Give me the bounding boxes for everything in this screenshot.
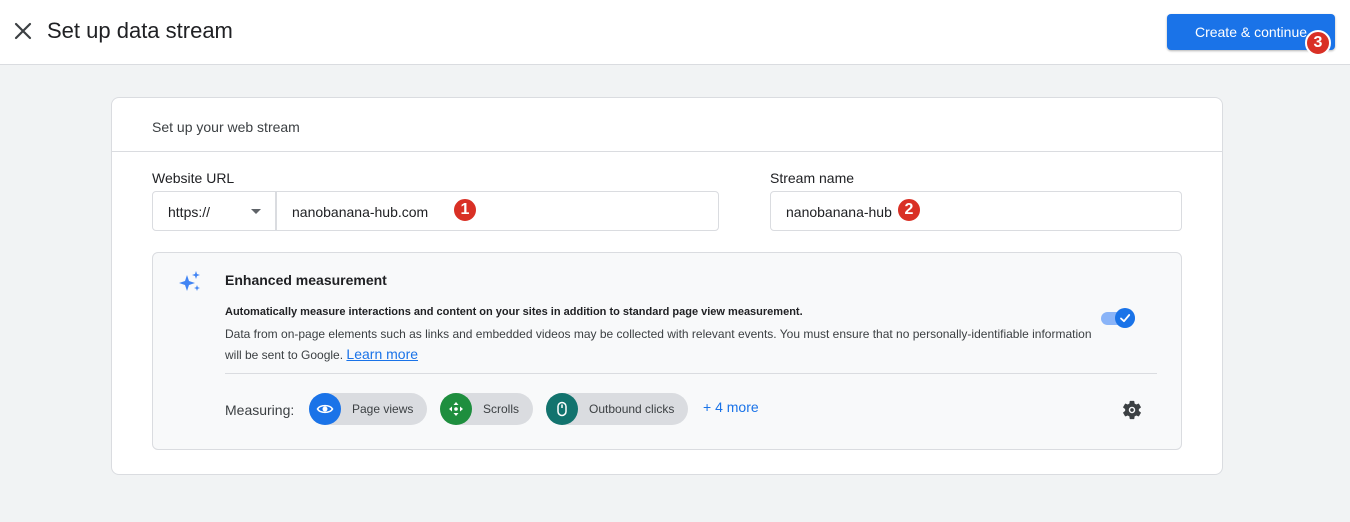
card-title: Set up your web stream <box>112 98 1222 152</box>
chip-scrolls[interactable]: Scrolls <box>440 393 534 425</box>
website-url-label: Website URL <box>152 170 235 186</box>
chip-label: Outbound clicks <box>589 402 675 416</box>
enhanced-measurement-summary: Automatically measure interactions and c… <box>225 306 803 318</box>
stream-name-label: Stream name <box>770 170 855 186</box>
step-badge-2: 2 <box>896 197 922 223</box>
stream-name-value: nanobanana-hub <box>786 204 892 220</box>
sparkle-icon <box>177 269 203 300</box>
close-icon[interactable] <box>12 20 34 42</box>
more-events-link[interactable]: + 4 more <box>703 399 759 415</box>
website-url-value: nanobanana-hub.com <box>292 204 429 220</box>
chip-label: Page views <box>352 402 414 416</box>
gear-icon[interactable] <box>1121 399 1143 421</box>
enhanced-measurement-panel: Enhanced measurement Automatically measu… <box>152 252 1182 450</box>
divider <box>225 373 1157 374</box>
protocol-select[interactable]: https:// <box>152 191 276 231</box>
top-bar: Set up data stream Create & continue <box>0 0 1350 65</box>
chip-label: Scrolls <box>483 402 520 416</box>
step-badge-3: 3 <box>1305 30 1331 56</box>
chip-outbound-clicks[interactable]: Outbound clicks <box>546 393 689 425</box>
stream-name-input[interactable]: nanobanana-hub <box>770 191 1182 231</box>
check-icon <box>1115 308 1135 328</box>
measuring-label: Measuring: <box>225 402 295 418</box>
dropdown-arrow-icon <box>251 209 261 214</box>
scroll-arrows-icon <box>440 393 472 425</box>
protocol-value: https:// <box>168 204 211 220</box>
step-badge-1: 1 <box>452 197 478 223</box>
chip-page-views[interactable]: Page views <box>309 393 428 425</box>
website-url-input[interactable]: nanobanana-hub.com <box>276 191 719 231</box>
eye-icon <box>309 393 341 425</box>
enhanced-measurement-description: Data from on-page elements such as links… <box>225 324 1095 365</box>
web-stream-card: Set up your web stream Website URL https… <box>111 97 1223 475</box>
learn-more-link[interactable]: Learn more <box>346 346 418 362</box>
enhanced-measurement-toggle[interactable] <box>1101 307 1137 329</box>
mouse-icon <box>546 393 578 425</box>
enhanced-measurement-title: Enhanced measurement <box>225 272 387 288</box>
page-title: Set up data stream <box>47 18 233 43</box>
